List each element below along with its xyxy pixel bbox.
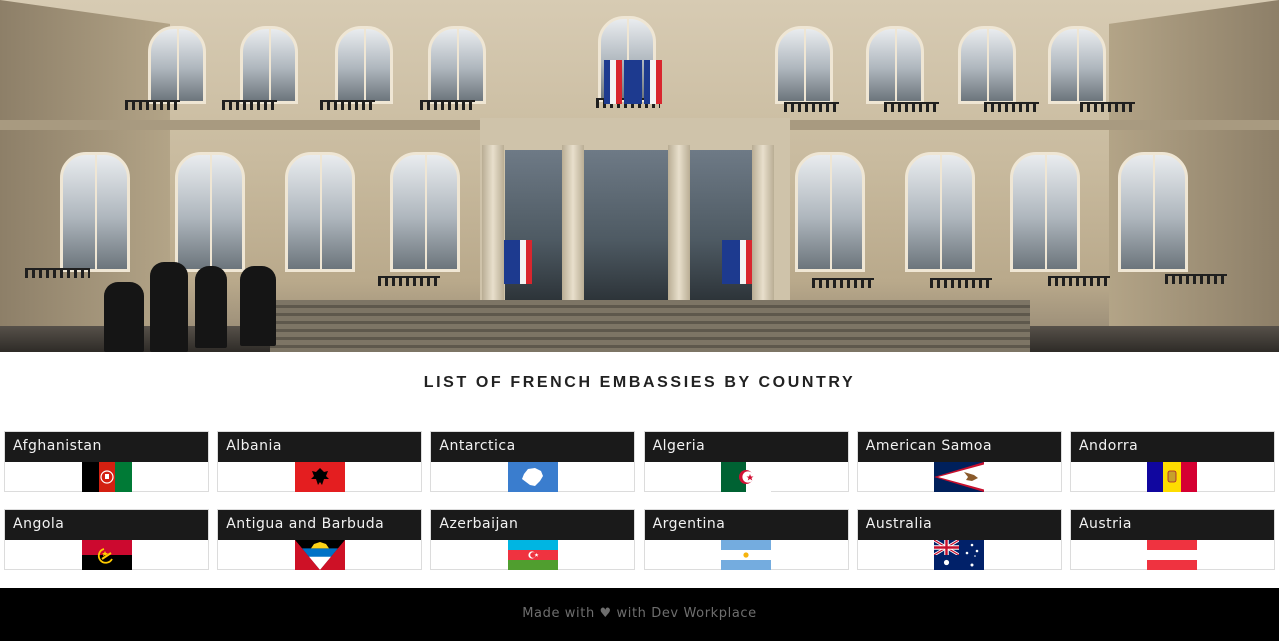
window: [905, 152, 975, 272]
country-name: Azerbaijan: [431, 510, 635, 540]
country-card-azerbaijan[interactable]: Azerbaijan: [430, 509, 636, 570]
window: [1010, 152, 1080, 272]
balcony-rail: [784, 102, 839, 112]
french-flag-icon: [644, 60, 662, 104]
country-card-andorra[interactable]: Andorra: [1069, 431, 1275, 492]
person-silhouette: [195, 266, 227, 348]
balcony-rail: [1048, 276, 1110, 286]
column: [562, 145, 584, 305]
person-silhouette: [150, 262, 188, 352]
andorra-flag-icon: [1147, 462, 1198, 492]
window: [795, 152, 865, 272]
window: [958, 26, 1016, 104]
window: [775, 26, 833, 104]
country-name: Austria: [1070, 510, 1274, 540]
country-name: Albania: [218, 432, 422, 462]
country-name: Australia: [857, 510, 1061, 540]
person-silhouette: [240, 266, 276, 346]
antarctica-flag-icon: [507, 462, 558, 492]
column: [668, 145, 690, 305]
balcony-rail: [1080, 102, 1135, 112]
austria-flag-icon: [1147, 540, 1198, 570]
window: [1048, 26, 1106, 104]
country-card-algeria[interactable]: Algeria: [643, 431, 849, 492]
balcony-rail: [984, 102, 1039, 112]
window: [148, 26, 206, 104]
window: [175, 152, 245, 272]
french-flag-icon: [604, 60, 622, 104]
country-card-angola[interactable]: Angola: [4, 509, 209, 570]
country-name: American Samoa: [857, 432, 1061, 462]
afghanistan-flag-icon: [81, 462, 132, 492]
country-name: Argentina: [644, 510, 848, 540]
country-name: Andorra: [1070, 432, 1274, 462]
argentina-flag-icon: [721, 540, 772, 570]
country-grid: Afghanistan Albania Antarctica Algeria A…: [4, 431, 1275, 570]
hero-banner-image: [0, 0, 1279, 352]
window: [335, 26, 393, 104]
australia-flag-icon: [934, 540, 985, 570]
french-flag-icon: [734, 240, 752, 284]
balcony-rail: [378, 276, 440, 286]
balcony-rail: [812, 278, 874, 288]
window: [240, 26, 298, 104]
country-card-austria[interactable]: Austria: [1069, 509, 1275, 570]
glass-entrance-door: [505, 150, 755, 300]
window: [60, 152, 130, 272]
angola-flag-icon: [81, 540, 132, 570]
algeria-flag-icon: [721, 462, 772, 492]
country-name: Algeria: [644, 432, 848, 462]
person-silhouette: [104, 282, 144, 352]
country-card-antigua-and-barbuda[interactable]: Antigua and Barbuda: [217, 509, 423, 570]
country-card-argentina[interactable]: Argentina: [643, 509, 849, 570]
albania-flag-icon: [294, 462, 345, 492]
balcony-rail: [884, 102, 939, 112]
balcony-rail: [420, 100, 475, 110]
column: [482, 145, 504, 305]
page-title: LIST OF FRENCH EMBASSIES BY COUNTRY: [423, 374, 856, 391]
antigua-and-barbuda-flag-icon: [294, 540, 345, 570]
balcony-rail: [930, 278, 992, 288]
country-name: Antigua and Barbuda: [218, 510, 422, 540]
window: [428, 26, 486, 104]
country-card-australia[interactable]: Australia: [856, 509, 1062, 570]
eu-flag-icon: [624, 60, 642, 104]
country-name: Antarctica: [431, 432, 635, 462]
balcony-rail: [125, 100, 180, 110]
window: [1118, 152, 1188, 272]
azerbaijan-flag-icon: [507, 540, 558, 570]
balcony-rail: [320, 100, 375, 110]
american-samoa-flag-icon: [934, 462, 985, 492]
footer: Made with ♥ with Dev Workplace: [0, 588, 1279, 641]
country-card-afghanistan[interactable]: Afghanistan: [4, 431, 209, 492]
window: [285, 152, 355, 272]
balcony-rail: [25, 268, 90, 278]
balcony-rail: [222, 100, 277, 110]
column: [752, 145, 774, 305]
country-name: Afghanistan: [5, 432, 208, 462]
country-card-albania[interactable]: Albania: [217, 431, 423, 492]
french-flag-icon: [514, 240, 532, 284]
balcony-rail: [1165, 274, 1227, 284]
country-name: Angola: [5, 510, 208, 540]
country-card-american-samoa[interactable]: American Samoa: [856, 431, 1062, 492]
window: [390, 152, 460, 272]
country-card-antarctica[interactable]: Antarctica: [430, 431, 636, 492]
footer-credit: Made with ♥ with Dev Workplace: [522, 606, 757, 621]
window: [866, 26, 924, 104]
entrance-steps: [270, 300, 1030, 352]
